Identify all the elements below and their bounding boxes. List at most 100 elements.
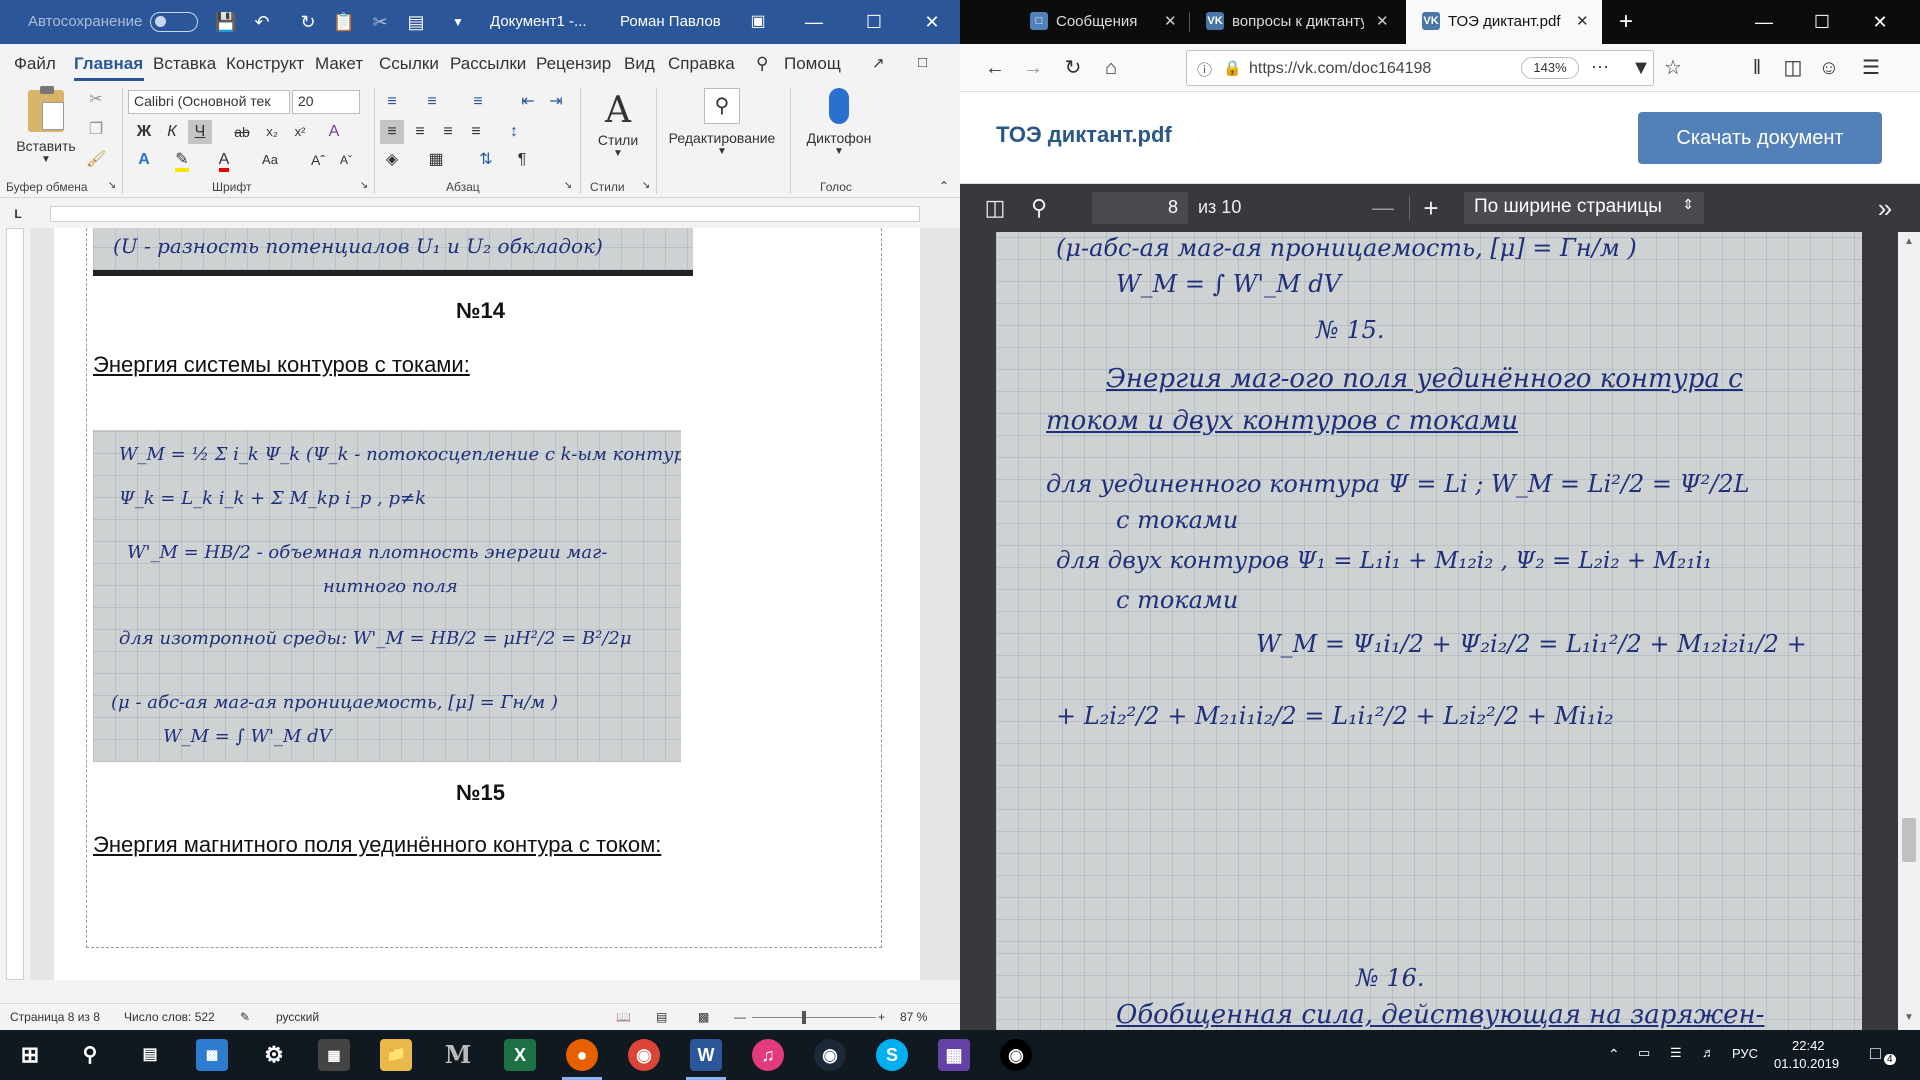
bookmark-star-icon[interactable]: ☆ xyxy=(1660,55,1686,81)
tab-insert[interactable]: Вставка xyxy=(153,54,216,74)
font-launcher-icon[interactable]: ↘ xyxy=(352,174,376,198)
bold-button[interactable]: Ж xyxy=(132,120,156,144)
clipboard-icon[interactable]: 📋 xyxy=(332,10,356,34)
menu-icon[interactable]: ☰ xyxy=(1858,55,1884,81)
undo-icon[interactable]: ↶ xyxy=(250,10,274,34)
download-button[interactable]: Скачать документ xyxy=(1638,112,1882,164)
line-spacing-icon[interactable]: ↕ xyxy=(502,120,526,144)
change-case-icon[interactable]: Aa xyxy=(258,148,282,172)
subscript-button[interactable]: x₂ xyxy=(260,120,284,144)
paste-button[interactable]: Вставить ▼ xyxy=(14,86,78,170)
align-center-icon[interactable]: ≡ xyxy=(408,120,432,144)
battery-icon[interactable]: ▭ xyxy=(1638,1045,1650,1061)
tab-design[interactable]: Конструкт xyxy=(226,54,304,74)
zoom-select[interactable]: По ширине страницы ⇕ xyxy=(1464,192,1704,224)
lock-icon[interactable]: 🔒 xyxy=(1223,59,1242,77)
forward-icon[interactable]: → xyxy=(1020,55,1046,81)
account-icon[interactable]: ☺ xyxy=(1816,55,1842,81)
tab-selector[interactable]: L xyxy=(6,202,30,226)
increase-indent-icon[interactable]: ⇥ xyxy=(544,90,568,114)
align-right-icon[interactable]: ≡ xyxy=(436,120,460,144)
page-number-input[interactable]: 8 xyxy=(1092,192,1188,224)
grow-font-icon[interactable]: Aˆ xyxy=(306,148,330,172)
tab-review[interactable]: Рецензир xyxy=(536,54,611,74)
customize-qat-icon[interactable]: ▼ xyxy=(446,10,470,34)
editing-button[interactable]: ⚲ Редактирование ▼ xyxy=(662,88,782,174)
italic-button[interactable]: К xyxy=(160,120,184,144)
clock-time[interactable]: 22:42 xyxy=(1792,1038,1825,1053)
itunes-icon[interactable]: ♫ xyxy=(752,1039,784,1071)
cut-icon[interactable]: ✂ xyxy=(368,10,392,34)
zoom-indicator[interactable]: 143% xyxy=(1521,57,1579,79)
page-indicator[interactable]: Страница 8 из 8 xyxy=(10,1010,100,1024)
chrome-icon[interactable]: ◉ xyxy=(628,1039,660,1071)
mathcad-icon[interactable]: M xyxy=(442,1039,474,1071)
notifications-icon[interactable]: □ xyxy=(1870,1043,1881,1064)
steam-icon[interactable]: ◉ xyxy=(814,1039,846,1071)
tab-mailings[interactable]: Рассылки xyxy=(450,54,526,74)
gear-icon[interactable]: ⚙ xyxy=(258,1039,290,1071)
zoom-out-icon[interactable]: — xyxy=(1370,195,1396,221)
justify-icon[interactable]: ≡ xyxy=(464,120,488,144)
save-icon[interactable]: 💾 xyxy=(214,10,238,34)
close-tab-icon[interactable]: ✕ xyxy=(1164,12,1177,30)
numbering-icon[interactable]: ≡ xyxy=(420,90,444,114)
show-marks-icon[interactable]: ¶ xyxy=(510,148,534,172)
twitch-icon[interactable]: ▦ xyxy=(938,1039,970,1071)
decrease-indent-icon[interactable]: ⇤ xyxy=(516,90,540,114)
zoom-in-icon[interactable]: + xyxy=(1418,195,1444,221)
reload-icon[interactable]: ↻ xyxy=(1060,55,1086,81)
shading-icon[interactable]: ◈ xyxy=(380,148,404,172)
word-count[interactable]: Число слов: 522 xyxy=(124,1010,215,1024)
show-hidden-icons[interactable]: ⌃ xyxy=(1608,1046,1620,1063)
scroll-thumb[interactable] xyxy=(1902,818,1916,862)
maximize-button[interactable]: ☐ xyxy=(846,0,902,44)
sort-icon[interactable]: ⇅ xyxy=(474,148,498,172)
clear-formatting-icon[interactable]: A xyxy=(322,120,346,144)
search-icon[interactable]: ⚲ xyxy=(756,54,768,74)
new-tab-icon[interactable]: + xyxy=(1614,10,1638,34)
tab-layout[interactable]: Макет xyxy=(315,54,363,74)
minimize-button[interactable]: — xyxy=(1736,0,1792,44)
superscript-button[interactable]: x² xyxy=(288,120,312,144)
info-icon[interactable]: ⓘ xyxy=(1197,59,1212,80)
browser-tab[interactable]: VK вопросы к диктанту ✕ xyxy=(1190,0,1402,44)
zoom-in-icon[interactable]: + xyxy=(878,1010,885,1024)
pdf-viewport[interactable]: (μ-абс-ая маг-ая проницаемость, [μ] = Гн… xyxy=(960,232,1920,1030)
tab-help[interactable]: Справка xyxy=(668,54,735,74)
zoom-level[interactable]: 87 % xyxy=(900,1010,927,1024)
proofing-icon[interactable]: ✎ xyxy=(240,1010,250,1024)
read-mode-icon[interactable]: 📖 xyxy=(616,1010,631,1024)
close-tab-icon[interactable]: ✕ xyxy=(1376,12,1389,30)
tell-me-search[interactable]: Помощ xyxy=(784,54,841,74)
ruler-bar[interactable] xyxy=(6,228,24,980)
search-icon[interactable]: ⚲ xyxy=(74,1039,106,1071)
skype-icon[interactable]: S xyxy=(876,1039,908,1071)
cut-icon[interactable]: ✂ xyxy=(84,88,108,112)
maximize-button[interactable]: ☐ xyxy=(1794,0,1850,44)
task-view-icon[interactable]: ▤ xyxy=(134,1039,166,1071)
paragraph-launcher-icon[interactable]: ↘ xyxy=(556,174,580,198)
font-size-combo[interactable]: 20 xyxy=(292,90,360,114)
tab-file[interactable]: Файл xyxy=(14,54,56,74)
close-button[interactable]: ✕ xyxy=(1852,0,1908,44)
zoom-slider-thumb[interactable] xyxy=(802,1011,806,1024)
multilevel-list-icon[interactable]: ≡ xyxy=(466,90,490,114)
share-icon[interactable]: ↗ xyxy=(872,54,885,72)
web-layout-icon[interactable]: ▩ xyxy=(698,1010,709,1024)
user-name[interactable]: Роман Павлов xyxy=(620,13,721,30)
tab-view[interactable]: Вид xyxy=(624,54,655,74)
font-color-icon[interactable]: A xyxy=(212,148,236,172)
tab-home[interactable]: Главная xyxy=(74,54,143,74)
zoom-slider[interactable] xyxy=(752,1017,876,1018)
document-page[interactable]: (U - разность потенциалов U₁ и U₂ обклад… xyxy=(54,228,920,980)
align-left-icon[interactable]: ≡ xyxy=(380,120,404,144)
close-tab-icon[interactable]: ✕ xyxy=(1576,12,1589,30)
wifi-icon[interactable]: ☰ xyxy=(1670,1045,1682,1061)
ribbon-display-icon[interactable]: ▣ xyxy=(746,10,770,34)
page-actions-icon[interactable]: ⋯ xyxy=(1591,57,1609,78)
text-effects-icon[interactable]: A xyxy=(132,148,156,172)
underline-button[interactable]: Ч xyxy=(188,120,212,144)
browser-tab-active[interactable]: VK ТОЭ диктант.pdf ✕ xyxy=(1406,0,1602,44)
word-icon[interactable]: W xyxy=(690,1039,722,1071)
